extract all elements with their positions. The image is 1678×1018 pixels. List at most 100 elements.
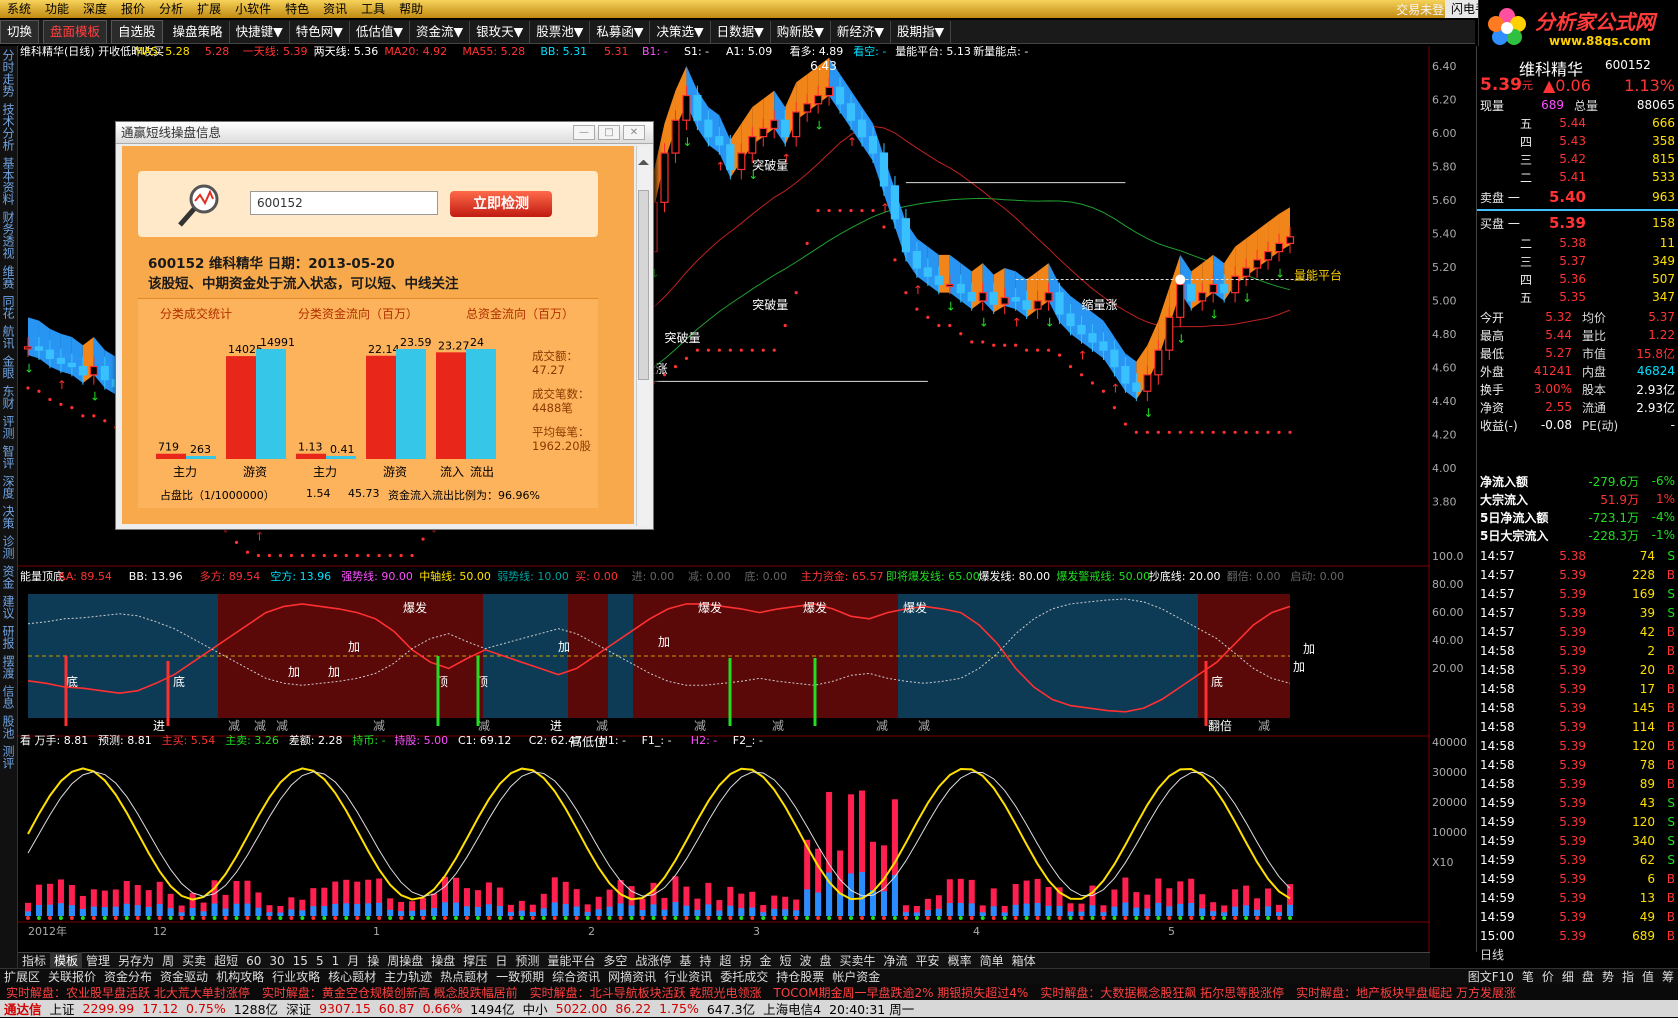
leftnav-item-5[interactable]: 同花 bbox=[0, 292, 17, 322]
leftnav-item-6[interactable]: 航讯 bbox=[0, 322, 17, 352]
toolbar-item-6[interactable]: 低估值▼ bbox=[350, 21, 410, 43]
menu-item-1[interactable]: 功能 bbox=[38, 0, 76, 18]
quote-tab-7[interactable]: 值 bbox=[1638, 968, 1658, 985]
status-item-0[interactable]: 通达信 bbox=[0, 999, 46, 1018]
leftnav-item-19[interactable]: 股池 bbox=[0, 712, 17, 742]
toolbar-item-4[interactable]: 快捷键▼ bbox=[230, 21, 290, 43]
toolbar-item-8[interactable]: 银玫天▼ bbox=[470, 21, 530, 43]
quote-tab-6[interactable]: 指 bbox=[1618, 968, 1638, 985]
toolbar-item-12[interactable]: 日数据▼ bbox=[711, 21, 771, 43]
func-item-30[interactable]: 买卖牛 bbox=[836, 952, 880, 969]
news-item-2[interactable]: 实时解盘：北斗导航板块活跃 乾照光电领涨 bbox=[524, 984, 768, 1000]
func-item-4[interactable]: 周 bbox=[158, 952, 178, 969]
menu-item-6[interactable]: 小软件 bbox=[228, 0, 278, 18]
func-item-31[interactable]: 净流 bbox=[880, 952, 912, 969]
func-item-27[interactable]: 短 bbox=[775, 952, 795, 969]
bottom-tab-10[interactable]: 综合资讯 bbox=[548, 968, 604, 985]
news-item-4[interactable]: 实时解盘：大数据概念股狂飙 拓尔思等股涨停 bbox=[1034, 984, 1290, 1000]
func-item-17[interactable]: 日 bbox=[491, 952, 511, 969]
close-icon[interactable]: ✕ bbox=[623, 125, 645, 140]
ask-row-4[interactable]: 卖盘 一 5.40 963 bbox=[1477, 186, 1678, 208]
quote-tab-3[interactable]: 细 bbox=[1558, 968, 1578, 985]
toolbar-item-11[interactable]: 决策选▼ bbox=[650, 21, 710, 43]
func-item-18[interactable]: 预测 bbox=[511, 952, 543, 969]
menu-item-8[interactable]: 资讯 bbox=[316, 0, 354, 18]
toolbar-item-7[interactable]: 资金流▼ bbox=[410, 21, 470, 43]
func-item-8[interactable]: 30 bbox=[265, 954, 288, 968]
news-item-3[interactable]: TOCOM期金周一早盘跌逾2% 期银损失超过4% bbox=[767, 984, 1034, 1000]
toolbar-item-0[interactable]: 切换 bbox=[0, 20, 39, 44]
scroll-up-icon[interactable] bbox=[638, 160, 649, 165]
news-item-1[interactable]: 实时解盘：黄金空仓规模创新高 概念股跌幅居前 bbox=[256, 984, 524, 1000]
leftnav-item-14[interactable]: 资金 bbox=[0, 562, 17, 592]
leftnav-item-0[interactable]: 分时走势 bbox=[0, 46, 17, 100]
func-item-6[interactable]: 超短 bbox=[210, 952, 242, 969]
leftnav-item-1[interactable]: 技术分析 bbox=[0, 100, 17, 154]
func-item-3[interactable]: 另存为 bbox=[114, 952, 158, 969]
scroll-thumb[interactable] bbox=[638, 190, 649, 380]
minimize-icon[interactable]: — bbox=[573, 125, 595, 140]
toolbar-item-15[interactable]: 股期指▼ bbox=[891, 21, 951, 43]
bottom-tab-7[interactable]: 主力轨迹 bbox=[380, 968, 436, 985]
func-item-13[interactable]: 操 bbox=[363, 952, 383, 969]
leftnav-item-4[interactable]: 维赛 bbox=[0, 262, 17, 292]
quote-tab-2[interactable]: 价 bbox=[1538, 968, 1558, 985]
ask-row-0[interactable]: 五 5.44 666 bbox=[1477, 114, 1678, 132]
func-item-19[interactable]: 量能平台 bbox=[543, 952, 599, 969]
dialog-titlebar[interactable]: 通赢短线操盘信息 — □ ✕ bbox=[116, 122, 653, 144]
func-item-1[interactable]: 模板 bbox=[50, 952, 82, 969]
func-item-12[interactable]: 月 bbox=[343, 952, 363, 969]
bottom-tab-1[interactable]: 关联报价 bbox=[44, 968, 100, 985]
toolbar-item-5[interactable]: 特色网▼ bbox=[290, 21, 350, 43]
func-item-9[interactable]: 15 bbox=[289, 954, 312, 968]
func-item-5[interactable]: 买卖 bbox=[178, 952, 210, 969]
toolbar-item-9[interactable]: 股票池▼ bbox=[530, 21, 590, 43]
func-item-34[interactable]: 简单 bbox=[976, 952, 1008, 969]
bottom-tab-3[interactable]: 资金驱动 bbox=[156, 968, 212, 985]
maximize-icon[interactable]: □ bbox=[598, 125, 620, 140]
func-item-23[interactable]: 持 bbox=[695, 952, 715, 969]
func-item-7[interactable]: 60 bbox=[242, 954, 265, 968]
func-item-15[interactable]: 操盘 bbox=[427, 952, 459, 969]
bid-row-3[interactable]: 四 5.36 507 bbox=[1477, 270, 1678, 288]
daily-line-label[interactable]: 日线 bbox=[1477, 945, 1678, 963]
toolbar-item-1[interactable]: 盘面模板 bbox=[43, 20, 107, 44]
quote-tab-5[interactable]: 势 bbox=[1598, 968, 1618, 985]
dialog-scrollbar[interactable] bbox=[636, 146, 650, 526]
leftnav-item-9[interactable]: 评测 bbox=[0, 412, 17, 442]
toolbar-item-14[interactable]: 新经济▼ bbox=[831, 21, 891, 43]
leftnav-item-3[interactable]: 财务透视 bbox=[0, 208, 17, 262]
toolbar-item-13[interactable]: 购新股▼ bbox=[771, 21, 831, 43]
stock-code-input[interactable]: 600152 bbox=[250, 191, 438, 215]
toolbar-item-2[interactable]: 自选股 bbox=[111, 20, 163, 44]
ask-row-1[interactable]: 四 5.43 358 bbox=[1477, 132, 1678, 150]
func-item-10[interactable]: 5 bbox=[312, 954, 328, 968]
leftnav-item-2[interactable]: 基本资料 bbox=[0, 154, 17, 208]
bottom-tab-4[interactable]: 机构攻略 bbox=[212, 968, 268, 985]
ask-row-3[interactable]: 二 5.41 533 bbox=[1477, 168, 1678, 186]
leftnav-item-20[interactable]: 测评 bbox=[0, 742, 17, 772]
func-item-22[interactable]: 基 bbox=[675, 952, 695, 969]
func-item-29[interactable]: 盘 bbox=[816, 952, 836, 969]
leftnav-item-16[interactable]: 研报 bbox=[0, 622, 17, 652]
bottom-tab-11[interactable]: 网摘资讯 bbox=[604, 968, 660, 985]
func-item-21[interactable]: 战涨停 bbox=[631, 952, 675, 969]
menu-item-5[interactable]: 扩展 bbox=[190, 0, 228, 18]
bottom-tab-8[interactable]: 热点题材 bbox=[436, 968, 492, 985]
bid-row-2[interactable]: 三 5.37 349 bbox=[1477, 252, 1678, 270]
func-item-28[interactable]: 波 bbox=[795, 952, 815, 969]
menu-item-3[interactable]: 报价 bbox=[114, 0, 152, 18]
func-item-16[interactable]: 撑压 bbox=[459, 952, 491, 969]
bottom-tab-6[interactable]: 核心题材 bbox=[324, 968, 380, 985]
func-item-14[interactable]: 周操盘 bbox=[383, 952, 427, 969]
bottom-tab-9[interactable]: 一致预期 bbox=[492, 968, 548, 985]
leftnav-item-7[interactable]: 金眼 bbox=[0, 352, 17, 382]
bid-row-4[interactable]: 五 5.35 347 bbox=[1477, 288, 1678, 306]
func-item-0[interactable]: 指标 bbox=[18, 952, 50, 969]
menu-item-9[interactable]: 工具 bbox=[354, 0, 392, 18]
leftnav-item-15[interactable]: 建议 bbox=[0, 592, 17, 622]
func-item-26[interactable]: 金 bbox=[755, 952, 775, 969]
toolbar-item-10[interactable]: 私募函▼ bbox=[590, 21, 650, 43]
quote-tab-0[interactable]: 图文F10 bbox=[1464, 968, 1518, 985]
news-item-5[interactable]: 实时解盘：地产板块早盘崛起 万方发展涨 bbox=[1290, 984, 1522, 1000]
